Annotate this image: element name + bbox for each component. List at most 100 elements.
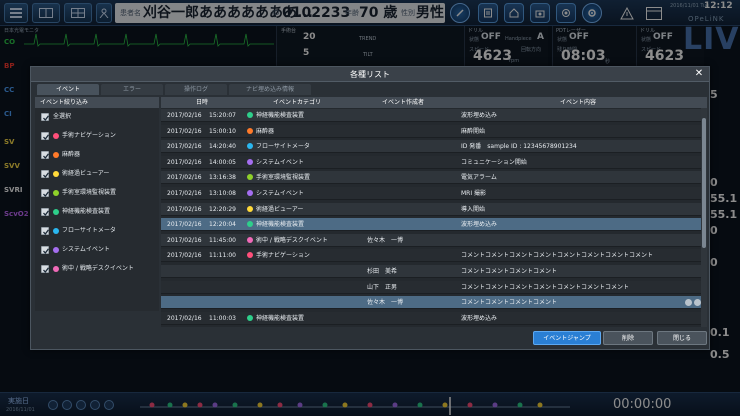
table-header: 日時 イベントカテゴリ イベント作成者 イベント内容 bbox=[161, 97, 707, 108]
row-date: 2017/02/16 bbox=[167, 314, 202, 322]
row-date: 2017/02/16 bbox=[167, 174, 202, 182]
check-icon bbox=[43, 248, 50, 255]
filter-checkbox[interactable] bbox=[41, 151, 50, 160]
row-time: 12:20:29 bbox=[209, 205, 236, 213]
filter-checkbox[interactable] bbox=[41, 227, 50, 236]
row-content: MRI 撮影 bbox=[461, 190, 487, 197]
row-category: システムイベント bbox=[247, 187, 351, 200]
row-category: 麻酔器 bbox=[247, 125, 351, 138]
close-icon[interactable]: ✕ bbox=[693, 68, 705, 80]
row-time: 13:10:08 bbox=[209, 190, 236, 197]
check-icon bbox=[43, 172, 50, 179]
filter-checkbox[interactable] bbox=[41, 189, 50, 198]
row-category: 神経機能検査装置 bbox=[247, 312, 351, 325]
edit-comment-icon[interactable] bbox=[694, 299, 701, 307]
filter-item[interactable]: 術中 / 戦略デスクイベント bbox=[41, 263, 159, 275]
row-author: 杉田 美希 bbox=[367, 268, 398, 275]
event-jump-button[interactable]: イベントジャンプ bbox=[533, 331, 601, 345]
tab-operation-log[interactable]: 操作ログ bbox=[165, 84, 227, 95]
table-row[interactable]: 2017/02/16 15:20:07 神経機能検査装置 波形埋め込み bbox=[161, 109, 701, 122]
row-category-label: 手術室環境監視装置 bbox=[256, 174, 311, 182]
filter-label: 術中 / 戦略デスクイベント bbox=[62, 265, 134, 272]
category-color-dot bbox=[53, 228, 59, 234]
row-content: コメントコメントコメントコメント bbox=[461, 299, 558, 307]
row-date: 2017/02/16 bbox=[167, 205, 202, 213]
filter-item[interactable]: 手術ナビゲーション bbox=[41, 130, 159, 142]
row-time: 15:00:10 bbox=[209, 127, 236, 135]
row-category-label: システムイベント bbox=[256, 158, 304, 166]
row-category-label: システムイベント bbox=[256, 190, 304, 197]
category-color-dot bbox=[247, 127, 253, 134]
filter-checkbox[interactable] bbox=[41, 246, 50, 255]
column-author: イベント作成者 bbox=[381, 99, 424, 106]
row-content: ID 発番 sample ID : 12345678901234 bbox=[461, 143, 577, 151]
row-category: 術中 / 戦略デスクイベント bbox=[247, 234, 351, 247]
filter-title: イベント絞り込み bbox=[35, 97, 159, 108]
dialog-header: 各種リスト ✕ bbox=[31, 67, 709, 82]
table-scrollbar[interactable] bbox=[701, 108, 707, 327]
filter-checkbox[interactable] bbox=[41, 170, 50, 179]
table-row[interactable]: 2017/02/16 13:16:38 手術室環境監視装置 電気アラーム bbox=[161, 171, 701, 185]
check-icon bbox=[43, 153, 50, 160]
row-date: 2017/02/16 bbox=[167, 190, 202, 197]
row-time: 11:45:00 bbox=[209, 236, 236, 244]
dialog-title: 各種リスト bbox=[350, 70, 390, 79]
category-color-dot bbox=[53, 209, 59, 215]
table-row[interactable]: 2017/02/16 11:45:00 術中 / 戦略デスクイベント 佐々木 一博 bbox=[161, 233, 701, 247]
category-color-dot bbox=[53, 171, 59, 177]
close-button[interactable]: 閉じる bbox=[657, 331, 707, 345]
row-category-label: 神経機能検査装置 bbox=[256, 112, 305, 119]
row-category: 手術ナビゲーション bbox=[247, 249, 351, 262]
filter-item[interactable]: システムイベント bbox=[41, 244, 159, 256]
check-icon bbox=[43, 191, 50, 198]
filter-item[interactable]: フローサイトメータ bbox=[41, 225, 159, 237]
row-time: 14:00:05 bbox=[209, 158, 236, 166]
table-row[interactable]: 佐々木 一博 コメントコメントコメントコメント bbox=[161, 296, 701, 310]
filter-item[interactable]: 術経過ビューアー bbox=[41, 168, 159, 180]
table-row[interactable]: 2017/02/16 14:00:05 システムイベント コミュニケーション開始 bbox=[161, 155, 701, 169]
table-row[interactable]: 2017/02/16 15:00:10 麻酔器 麻酔開始 bbox=[161, 124, 701, 138]
tab-events[interactable]: イベント bbox=[37, 84, 99, 95]
row-category-label: フローサイトメータ bbox=[256, 143, 310, 151]
event-filter-panel: イベント絞り込み 全選択手術ナビゲーション麻酔器術経過ビューアー 手術室環境監視装… bbox=[35, 97, 159, 311]
row-category: 手術室環境監視装置 bbox=[247, 171, 351, 184]
table-row[interactable]: 2017/02/16 11:00:03 神経機能検査装置 波形埋め込み bbox=[161, 311, 701, 325]
row-category-label: 術中 / 戦略デスクイベント bbox=[256, 236, 328, 244]
filter-item[interactable]: 麻酔器 bbox=[41, 149, 159, 161]
add-comment-icon[interactable] bbox=[685, 299, 692, 307]
row-category-label: 麻酔器 bbox=[256, 127, 275, 135]
row-time: 13:16:38 bbox=[209, 174, 236, 182]
event-table: 日時 イベントカテゴリ イベント作成者 イベント内容 2017/02/16 15:… bbox=[161, 97, 707, 327]
row-category: システムイベント bbox=[247, 156, 351, 169]
table-row[interactable]: 山下 正男 コメントコメントコメントコメントコメントコメントコメント bbox=[161, 280, 701, 294]
filter-label: システムイベント bbox=[62, 246, 110, 253]
table-row[interactable]: 2017/02/16 13:10:08 システムイベント MRI 撮影 bbox=[161, 187, 701, 200]
check-icon bbox=[43, 115, 50, 122]
row-category-label: 神経機能検査装置 bbox=[256, 314, 305, 322]
row-category-label: 術経過ビューアー bbox=[256, 205, 304, 213]
filter-item[interactable]: 神経機能検査装置 bbox=[41, 206, 159, 218]
table-row[interactable]: 2017/02/16 11:11:00 手術ナビゲーション コメントコメントコメントコ… bbox=[161, 249, 701, 263]
tab-errors[interactable]: エラー bbox=[101, 84, 163, 95]
filter-label: 麻酔器 bbox=[62, 151, 81, 158]
row-content: コメントコメントコメントコメントコメントコメントコメント bbox=[461, 283, 630, 291]
row-time: 11:11:00 bbox=[209, 252, 236, 260]
filter-item[interactable]: 全選択 bbox=[41, 111, 159, 123]
table-row[interactable]: 2017/02/16 12:20:29 術経過ビューアー 導入開始 bbox=[161, 202, 701, 216]
tab-navigation-info[interactable]: ナビ埋め込み情報 bbox=[229, 84, 311, 95]
filter-checkbox[interactable] bbox=[41, 132, 50, 141]
filter-checkbox[interactable] bbox=[41, 265, 50, 274]
category-color-dot bbox=[53, 190, 59, 196]
column-category: イベントカテゴリ bbox=[272, 99, 321, 106]
table-row[interactable]: 杉田 美希 コメントコメントコメントコメント bbox=[161, 265, 701, 278]
filter-item[interactable]: 手術室環境監視装置 bbox=[41, 187, 159, 199]
category-color-dot bbox=[247, 190, 253, 196]
filter-checkbox[interactable] bbox=[41, 208, 50, 217]
delete-button[interactable]: 削除 bbox=[603, 331, 653, 345]
row-time: 15:20:07 bbox=[209, 112, 236, 119]
filter-checkbox[interactable] bbox=[41, 113, 50, 122]
scrollbar-thumb[interactable] bbox=[702, 118, 706, 248]
table-row[interactable]: 2017/02/16 12:20:04 神経機能検査装置 波形埋め込み bbox=[161, 218, 701, 232]
row-date: 2017/02/16 bbox=[167, 158, 202, 166]
table-row[interactable]: 2017/02/16 14:20:40 フローサイトメータ ID 発番 sample … bbox=[161, 140, 701, 154]
